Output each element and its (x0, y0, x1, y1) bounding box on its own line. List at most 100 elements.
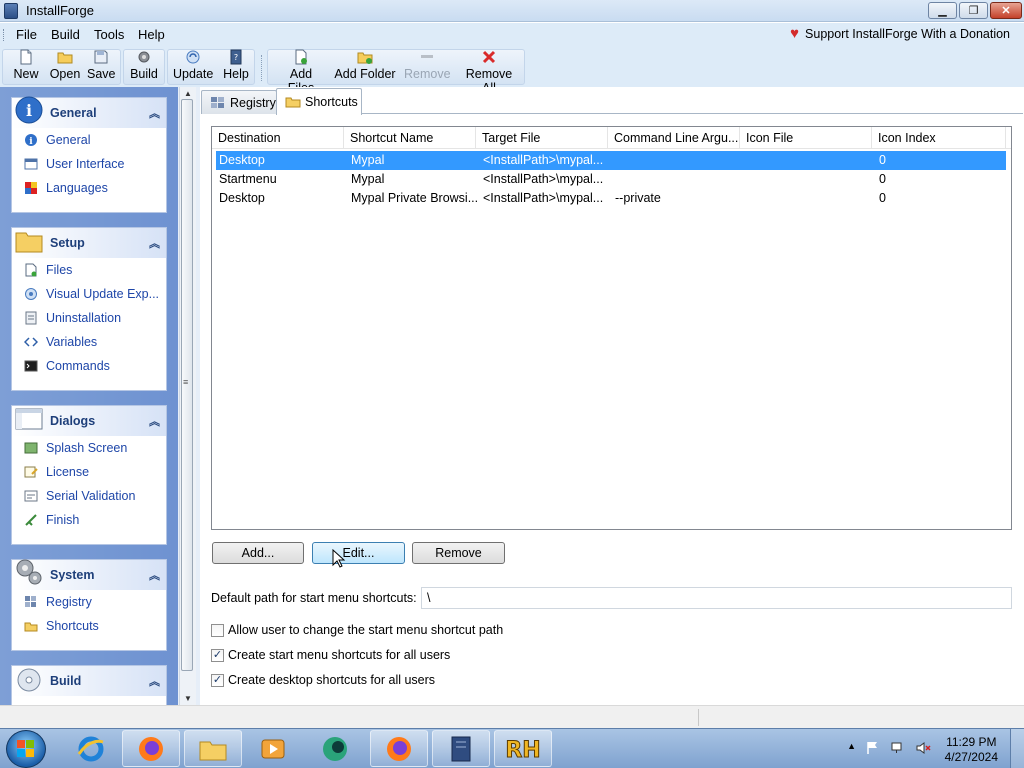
checkbox-box[interactable]: ✓ (211, 648, 224, 662)
update-button[interactable]: Update (173, 49, 213, 81)
table-row[interactable]: Desktop Mypal <InstallPath>\mypal... 0 (216, 151, 1006, 170)
start-button[interactable] (6, 730, 46, 768)
table-row[interactable]: Startmenu Mypal <InstallPath>\mypal... 0 (216, 170, 1006, 189)
uninstall-icon (25, 311, 37, 325)
setup-panel-header[interactable]: Setup ︽ (12, 228, 166, 258)
shortcuts-table[interactable]: Destination Shortcut Name Target File Co… (211, 126, 1012, 530)
general-panel-header[interactable]: i General ︽ (12, 96, 166, 128)
add-folder-button[interactable]: Add Folder (334, 49, 396, 81)
menu-help[interactable]: Help (138, 27, 165, 42)
sidebar-item-label: Serial Validation (46, 489, 136, 503)
tab-shortcuts[interactable]: Shortcuts (276, 88, 362, 115)
menu-file[interactable]: File (16, 27, 37, 42)
installforge-app-icon (4, 3, 18, 19)
dialogs-window-icon (15, 408, 43, 430)
build-button[interactable]: Build (129, 49, 159, 81)
taskbar-media-player[interactable] (244, 730, 302, 767)
restore-button[interactable]: ❐ (959, 2, 988, 19)
sidebar-item-label: User Interface (46, 157, 125, 171)
sidebar-item-user-interface[interactable]: User Interface (12, 152, 166, 176)
show-desktop-button[interactable] (1010, 729, 1024, 768)
add-shortcut-button[interactable]: Add... (212, 542, 304, 564)
build-panel: Build ︽ (11, 665, 167, 705)
help-book-icon: ? (230, 49, 242, 65)
column-icon-index[interactable]: Icon Index (872, 127, 1006, 149)
sidebar-item-variables[interactable]: Variables (12, 330, 166, 354)
open-button[interactable]: Open (49, 49, 81, 81)
dialogs-panel-header[interactable]: Dialogs ︽ (12, 406, 166, 436)
remove-dash-icon (421, 55, 433, 58)
allow-change-path-checkbox[interactable]: Allow user to change the start menu shor… (211, 623, 503, 637)
taskbar-installforge[interactable] (432, 730, 490, 767)
sidebar-item-finish[interactable]: Finish (12, 508, 166, 532)
save-button[interactable]: Save (87, 49, 116, 81)
menu-build[interactable]: Build (51, 27, 80, 42)
network-icon[interactable] (890, 740, 906, 756)
cell-shortcut-name: Mypal Private Browsi... (351, 191, 477, 205)
build-panel-header[interactable]: Build ︽ (12, 666, 166, 696)
sidebar-item-serial-validation[interactable]: Serial Validation (12, 484, 166, 508)
scroll-down-icon[interactable]: ▼ (184, 694, 192, 703)
system-panel-header[interactable]: System ︽ (12, 559, 166, 590)
tab-registry[interactable]: Registry (201, 90, 277, 114)
help-button[interactable]: ? Help (222, 49, 250, 81)
taskbar-rh-app[interactable]: RH (494, 730, 552, 767)
sidebar-item-general[interactable]: i General (12, 128, 166, 152)
sidebar-item-splash-screen[interactable]: Splash Screen (12, 436, 166, 460)
start-menu-all-users-checkbox[interactable]: ✓ Create start menu shortcuts for all us… (211, 648, 450, 662)
donation-link[interactable]: ♥ Support InstallForge With a Donation (790, 26, 1010, 41)
sidebar-item-shortcuts[interactable]: Shortcuts (12, 614, 166, 638)
build-disc-icon (17, 668, 41, 692)
collapse-chevron-icon[interactable]: ︽ (149, 567, 160, 583)
taskbar-clock[interactable]: 11:29 PM 4/27/2024 (945, 735, 998, 765)
taskbar-firefox-2[interactable] (370, 730, 428, 767)
sidebar-item-commands[interactable]: Commands (12, 354, 166, 378)
sidebar-scrollbar[interactable]: ▲ ≡ ▼ (179, 87, 196, 705)
remove-shortcut-button[interactable]: Remove (412, 542, 505, 564)
sidebar-item-languages[interactable]: Languages (12, 176, 166, 200)
remove-toolbar-button[interactable]: Remove (404, 49, 451, 81)
desktop-all-users-checkbox[interactable]: ✓ Create desktop shortcuts for all users (211, 673, 435, 687)
collapse-chevron-icon[interactable]: ︽ (149, 673, 160, 689)
cell-target-file: <InstallPath>\mypal... (483, 191, 604, 205)
sidebar-item-files[interactable]: Files (12, 258, 166, 282)
table-header: Destination Shortcut Name Target File Co… (212, 127, 1011, 149)
new-label: New (13, 67, 39, 81)
action-center-flag-icon[interactable] (865, 740, 881, 756)
sidebar-item-visual-update[interactable]: Visual Update Exp... (12, 282, 166, 306)
taskbar-internet-explorer[interactable] (62, 730, 120, 767)
default-path-input[interactable] (421, 587, 1012, 609)
cell-target-file: <InstallPath>\mypal... (483, 153, 604, 167)
column-icon-file[interactable]: Icon File (740, 127, 872, 149)
column-target-file[interactable]: Target File (476, 127, 608, 149)
checkbox-box[interactable]: ✓ (211, 673, 224, 687)
svg-text:RH: RH (505, 738, 540, 763)
tray-expand-icon[interactable]: ▲ (847, 741, 856, 751)
cell-icon-index: 0 (879, 153, 886, 167)
edit-shortcut-button[interactable]: Edit... (312, 542, 405, 564)
new-button[interactable]: New (13, 49, 39, 81)
collapse-chevron-icon[interactable]: ︽ (149, 105, 160, 121)
scroll-up-icon[interactable]: ▲ (184, 89, 192, 98)
sidebar-item-registry[interactable]: Registry (12, 590, 166, 614)
media-player-icon (261, 739, 285, 758)
minimize-button[interactable]: ▁ (928, 2, 957, 19)
add-folder-label: Add Folder (334, 67, 396, 81)
table-row[interactable]: Desktop Mypal Private Browsi... <Install… (216, 189, 1006, 208)
collapse-chevron-icon[interactable]: ︽ (149, 413, 160, 429)
checkbox-label: Create start menu shortcuts for all user… (228, 648, 451, 662)
taskbar-firefox-1[interactable] (122, 730, 180, 767)
close-button[interactable]: ✕ (990, 2, 1022, 19)
sidebar-item-label: Languages (46, 181, 108, 195)
volume-muted-icon[interactable] (915, 740, 931, 756)
menu-tools[interactable]: Tools (94, 27, 124, 42)
collapse-chevron-icon[interactable]: ︽ (149, 235, 160, 251)
column-shortcut-name[interactable]: Shortcut Name (344, 127, 476, 149)
sidebar-item-uninstallation[interactable]: Uninstallation (12, 306, 166, 330)
checkbox-box[interactable] (211, 623, 224, 637)
sidebar-item-license[interactable]: License (12, 460, 166, 484)
column-command-line[interactable]: Command Line Argu... (608, 127, 740, 149)
column-destination[interactable]: Destination (212, 127, 344, 149)
taskbar-green-browser[interactable] (306, 730, 364, 767)
taskbar-file-explorer[interactable] (184, 730, 242, 767)
